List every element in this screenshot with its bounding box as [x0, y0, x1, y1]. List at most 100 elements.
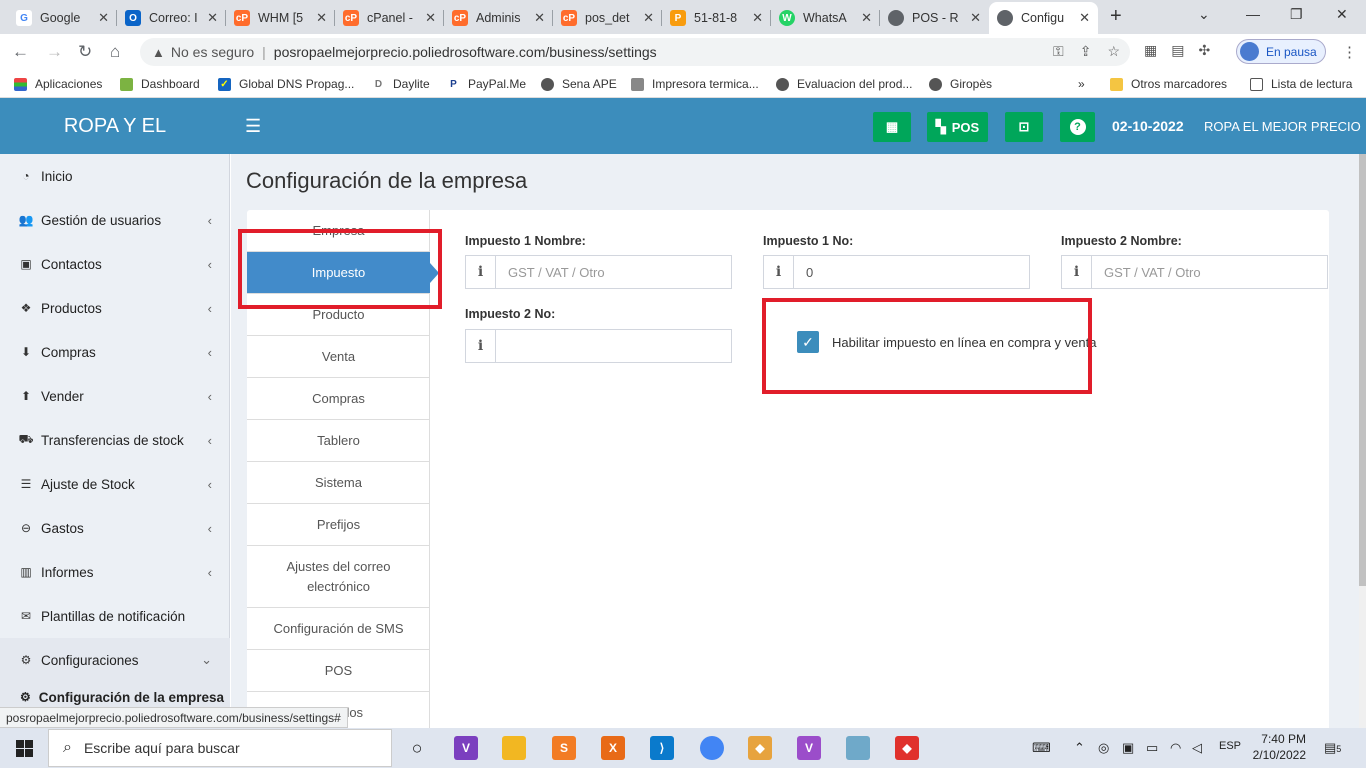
close-icon[interactable]: ✕ — [534, 10, 545, 26]
calculator-button[interactable]: ▦ — [873, 112, 911, 142]
sidebar-item-inicio[interactable]: ◔ Inicio — [0, 154, 230, 198]
bookmark-item[interactable]: Aplicaciones — [14, 77, 102, 91]
bookmark-item[interactable]: P PayPal.Me — [447, 77, 526, 91]
home-icon[interactable]: ⌂ — [110, 42, 120, 62]
close-icon[interactable]: ✕ — [207, 10, 218, 26]
key-icon[interactable]: ⚿ — [1053, 43, 1064, 60]
money-button[interactable]: ⊡ — [1005, 112, 1043, 142]
browser-tab-active[interactable]: Configu ✕ — [989, 2, 1098, 34]
sidebar-item-contacts[interactable]: ▣ Contactos ‹ — [0, 242, 230, 286]
tab-search-icon[interactable]: ⌄ — [1198, 6, 1210, 23]
minimize-icon[interactable]: — — [1246, 6, 1260, 22]
volume-icon[interactable]: ◁ — [1192, 740, 1202, 756]
close-icon[interactable]: ✕ — [643, 10, 654, 26]
back-icon[interactable]: ← — [12, 42, 29, 62]
sublime-text-icon[interactable]: S — [552, 736, 576, 760]
bookmark-item[interactable]: Giropès — [929, 77, 992, 91]
sidebar-item-stock-transfers[interactable]: ⛟ Transferencias de stock ‹ — [0, 418, 230, 462]
close-icon[interactable]: ✕ — [861, 10, 872, 26]
reading-list[interactable]: Lista de lectura — [1250, 77, 1352, 91]
tab-prefijos[interactable]: Prefijos — [247, 504, 430, 546]
tax1-name-input[interactable] — [496, 256, 731, 288]
bookmark-item[interactable]: Impresora termica... — [631, 77, 759, 91]
sidebar-item-settings[interactable]: ⚙ Configuraciones ⌄ — [0, 638, 230, 682]
anydesk-icon[interactable]: ◆ — [895, 736, 919, 760]
bookmark-item[interactable]: D Daylite — [372, 77, 430, 91]
close-icon[interactable]: ✕ — [752, 10, 763, 26]
taskbar-search[interactable]: ⌕ Escribe aquí para buscar — [48, 729, 392, 767]
tab-compras[interactable]: Compras — [247, 378, 430, 420]
app-icon[interactable] — [846, 736, 870, 760]
keyboard-icon[interactable]: ⌨ — [1032, 740, 1051, 756]
close-icon[interactable]: ✕ — [970, 10, 981, 26]
help-button[interactable]: ? — [1060, 112, 1095, 142]
file-explorer-icon[interactable] — [502, 736, 526, 760]
sidebar-item-expenses[interactable]: ⊖ Gastos ‹ — [0, 506, 230, 550]
close-icon[interactable]: ✕ — [425, 10, 436, 26]
bookmark-item[interactable]: ✓ Global DNS Propag... — [218, 77, 354, 91]
close-window-icon[interactable]: ✕ — [1336, 6, 1348, 23]
sidebar-item-notification-templates[interactable]: ✉ Plantillas de notificación — [0, 594, 230, 638]
chrome-icon[interactable] — [700, 736, 724, 760]
tax1-number-input[interactable] — [794, 256, 1029, 288]
visual-studio-icon[interactable]: V — [454, 736, 478, 760]
tab-sistema[interactable]: Sistema — [247, 462, 430, 504]
wifi-icon[interactable]: ◠ — [1170, 740, 1181, 756]
sidebar-item-products[interactable]: ❖ Productos ‹ — [0, 286, 230, 330]
pos-button[interactable]: ▚ POS — [927, 112, 988, 142]
bookmark-item[interactable]: Dashboard — [120, 77, 200, 91]
star-icon[interactable]: ☆ — [1107, 43, 1120, 60]
vscode-icon[interactable]: ⟩ — [650, 736, 674, 760]
tab-email-settings[interactable]: Ajustes del correo electrónico — [247, 546, 430, 608]
restore-icon[interactable]: ❐ — [1290, 6, 1303, 23]
close-icon[interactable]: ✕ — [316, 10, 327, 26]
sidebar-item-purchases[interactable]: ⬇ Compras ‹ — [0, 330, 230, 374]
tab-pos[interactable]: POS — [247, 650, 430, 692]
puzzle-icon[interactable]: ✣ — [1198, 42, 1210, 59]
menu-icon[interactable]: ⋮ — [1342, 43, 1357, 61]
close-icon[interactable]: ✕ — [1079, 10, 1090, 26]
url-text[interactable]: posropaelmejorprecio.poliedrosoftware.co… — [274, 44, 657, 60]
page-scrollbar[interactable] — [1359, 154, 1366, 728]
language-indicator[interactable]: ESP — [1219, 740, 1241, 752]
tab-venta[interactable]: Venta — [247, 336, 430, 378]
browser-tab[interactable]: cP pos_det ✕ — [553, 2, 662, 34]
sidebar-item-stock-adjustment[interactable]: ☰ Ajuste de Stock ‹ — [0, 462, 230, 506]
browser-tab[interactable]: cP WHM [5 ✕ — [226, 2, 335, 34]
tax2-name-input[interactable] — [1092, 256, 1327, 288]
scrollbar-thumb[interactable] — [1359, 154, 1366, 586]
chevron-up-icon[interactable]: ⌃ — [1074, 740, 1085, 756]
news-icon[interactable]: ▤ — [1171, 42, 1184, 59]
browser-tab[interactable]: W WhatsA ✕ — [771, 2, 880, 34]
browser-tab[interactable]: cP Adminis ✕ — [444, 2, 553, 34]
forward-icon[interactable]: → — [46, 42, 63, 62]
tray-app-icon[interactable]: ▣ — [1122, 740, 1134, 756]
sourcetree-icon[interactable]: ◆ — [748, 736, 772, 760]
battery-icon[interactable]: ▭ — [1146, 740, 1158, 756]
sidebar-item-users[interactable]: 👥 Gestión de usuarios ‹ — [0, 198, 230, 242]
close-icon[interactable]: ✕ — [98, 10, 109, 26]
tray-app-icon[interactable]: ◎ — [1098, 740, 1109, 756]
bookmark-item[interactable]: Evaluacion del prod... — [776, 77, 912, 91]
visual-studio-alt-icon[interactable]: V — [797, 736, 821, 760]
tab-tablero[interactable]: Tablero — [247, 420, 430, 462]
url-bar[interactable]: ▲ No es seguro | posropaelmejorprecio.po… — [140, 38, 1130, 66]
browser-tab[interactable]: P 51-81-8 ✕ — [662, 2, 771, 34]
tax2-number-input[interactable] — [496, 330, 731, 362]
security-label[interactable]: No es seguro — [171, 44, 254, 60]
tab-sms-settings[interactable]: Configuración de SMS — [247, 608, 430, 650]
system-clock[interactable]: 7:40 PM 2/10/2022 — [1250, 731, 1306, 763]
sidebar-item-reports[interactable]: ▥ Informes ‹ — [0, 550, 230, 594]
new-tab-button[interactable]: + — [1110, 5, 1122, 28]
windows-start-icon[interactable] — [16, 740, 33, 757]
notification-icon[interactable]: ▤5 — [1324, 740, 1341, 756]
task-view-icon[interactable]: ○ — [405, 736, 429, 760]
business-name-menu[interactable]: ROPA EL MEJOR PRECIO — [1204, 119, 1361, 134]
sidebar-item-sell[interactable]: ⬆ Vender ‹ — [0, 374, 230, 418]
share-icon[interactable]: ⇪ — [1080, 43, 1092, 60]
bookmark-item[interactable]: Sena APE — [541, 77, 617, 91]
app-logo[interactable]: ROPA Y EL — [0, 98, 230, 154]
extension-icon[interactable]: ▦ — [1144, 42, 1157, 59]
xampp-icon[interactable]: X — [601, 736, 625, 760]
warning-icon[interactable]: ▲ — [152, 45, 165, 60]
